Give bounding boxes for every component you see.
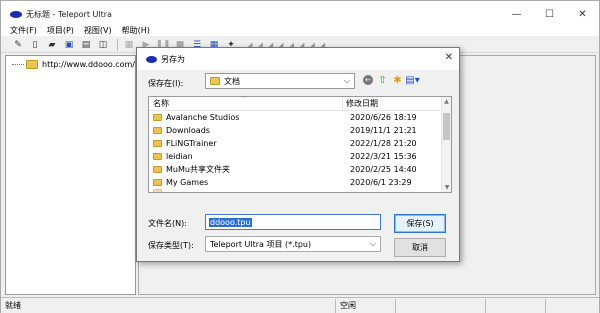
status-text: 就绪	[1, 298, 336, 313]
scroll-down-icon[interactable]: ▼	[442, 184, 451, 191]
menu-bar: 文件(F) 项目(P) 视图(V) 帮助(H)	[1, 24, 599, 36]
file-date: 2020/6/26 18:19	[350, 113, 417, 122]
chevron-down-icon: ⌵	[343, 76, 350, 85]
file-name: MuMu共享文件夹	[166, 165, 230, 174]
list-item[interactable]: leidian 2022/3/21 15:36	[149, 150, 451, 163]
status-bar: 就绪 空闲	[1, 297, 599, 313]
view-menu-icon[interactable]: ▤▾	[405, 73, 419, 87]
file-name: Downloads	[166, 126, 210, 135]
folder-icon	[153, 189, 162, 192]
list-item[interactable]: Downloads 2019/11/1 21:21	[149, 124, 451, 137]
offline-icon[interactable]: ▦	[122, 39, 136, 51]
status-state: 空闲	[336, 298, 396, 313]
file-name: Avalanche Studios	[166, 113, 240, 122]
list-item-partial[interactable]	[149, 189, 451, 192]
folder-icon	[153, 140, 162, 147]
tree-connector	[12, 64, 24, 65]
new-folder-icon[interactable]: ✱	[391, 73, 404, 87]
dialog-close-button[interactable]: ✕	[445, 52, 453, 63]
folder-open-icon[interactable]: ◫	[96, 39, 110, 51]
filename-value: ddooo.tpu	[209, 217, 252, 227]
list-item[interactable]: MuMu共享文件夹 2020/2/25 14:40	[149, 163, 451, 176]
tree-item-label: http://www.ddooo.com/	[42, 60, 135, 69]
dialog-nav-toolbar: ← ⇧ ✱ ▤▾	[363, 73, 421, 87]
status-cell-empty	[486, 298, 546, 313]
file-date: 2022/3/21 15:36	[350, 152, 417, 161]
folder-icon	[153, 166, 162, 173]
cancel-button[interactable]: 取消	[394, 238, 446, 257]
file-date: 2020/2/25 14:40	[350, 165, 417, 174]
save-in-value: 文档	[224, 76, 240, 86]
documents-folder-icon	[210, 77, 220, 85]
menu-project[interactable]: 项目(P)	[42, 25, 79, 36]
filename-label: 文件名(N):	[148, 219, 187, 228]
back-icon[interactable]: ←	[363, 75, 373, 85]
edit-icon[interactable]: ✎	[11, 39, 25, 51]
list-item[interactable]: FLiNGTrainer 2022/1/28 21:20	[149, 137, 451, 150]
project-tree[interactable]: http://www.ddooo.com/	[5, 55, 136, 295]
file-name: leidian	[166, 152, 193, 161]
sort-arrow-icon: ⌃	[241, 96, 247, 103]
file-date: 2019/11/1 21:21	[350, 126, 417, 135]
filetype-label: 保存类型(T):	[148, 241, 194, 250]
save-in-dropdown[interactable]: 文档 ⌵	[205, 73, 355, 89]
toolbar-divider	[117, 39, 118, 51]
folder-icon	[153, 127, 162, 134]
properties-icon[interactable]: ▤	[79, 39, 93, 51]
menu-help[interactable]: 帮助(H)	[117, 25, 155, 36]
folder-icon	[26, 60, 38, 69]
dialog-title-bar: 另存为 ✕	[137, 48, 459, 70]
filetype-value: Teleport Ultra 项目 (*.tpu)	[210, 239, 312, 249]
app-logo-icon	[146, 55, 157, 63]
file-list-scrollbar[interactable]: ▲ ▼	[441, 97, 451, 192]
menu-file[interactable]: 文件(F)	[5, 25, 42, 36]
new-icon[interactable]: ▯	[28, 39, 42, 51]
filetype-dropdown[interactable]: Teleport Ultra 项目 (*.tpu) ⌵	[205, 236, 381, 252]
file-date: 2022/1/28 21:20	[350, 139, 417, 148]
file-name: My Games	[166, 178, 209, 187]
status-cell-empty	[396, 298, 486, 313]
folder-icon	[153, 153, 162, 160]
menu-view[interactable]: 视图(V)	[79, 25, 117, 36]
dialog-title: 另存为	[161, 54, 185, 64]
folder-icon	[153, 179, 162, 186]
window-title: 无标题 - Teleport Ultra	[26, 9, 112, 19]
file-name: FLiNGTrainer	[166, 139, 217, 148]
save-icon[interactable]: ▣	[62, 39, 76, 51]
file-list-header: ⌃ 名称 修改日期	[149, 97, 451, 111]
list-item[interactable]: Avalanche Studios 2020/6/26 18:19	[149, 111, 451, 124]
save-button[interactable]: 保存(S)	[394, 214, 446, 233]
file-date: 2020/6/1 23:29	[350, 178, 412, 187]
scroll-up-icon[interactable]: ▲	[442, 98, 451, 105]
filename-input[interactable]: ddooo.tpu	[205, 214, 381, 230]
save-as-dialog: 另存为 ✕ 保存在(I): 文档 ⌵ ← ⇧ ✱ ▤▾ ⌃ 名称 修改日期 Av…	[136, 47, 460, 262]
scrollbar-thumb[interactable]	[443, 113, 450, 140]
list-item[interactable]: My Games 2020/6/1 23:29	[149, 176, 451, 189]
folder-icon	[153, 114, 162, 121]
app-logo-icon	[10, 10, 22, 18]
up-folder-icon[interactable]: ⇧	[376, 73, 389, 87]
open-icon[interactable]: ▰	[45, 39, 59, 51]
chevron-down-icon: ⌵	[369, 239, 376, 248]
save-in-label: 保存在(I):	[148, 79, 184, 88]
file-list[interactable]: ⌃ 名称 修改日期 Avalanche Studios 2020/6/26 18…	[148, 96, 452, 193]
tree-item-root[interactable]: http://www.ddooo.com/	[12, 60, 135, 69]
column-header-date[interactable]: 修改日期	[342, 97, 378, 111]
